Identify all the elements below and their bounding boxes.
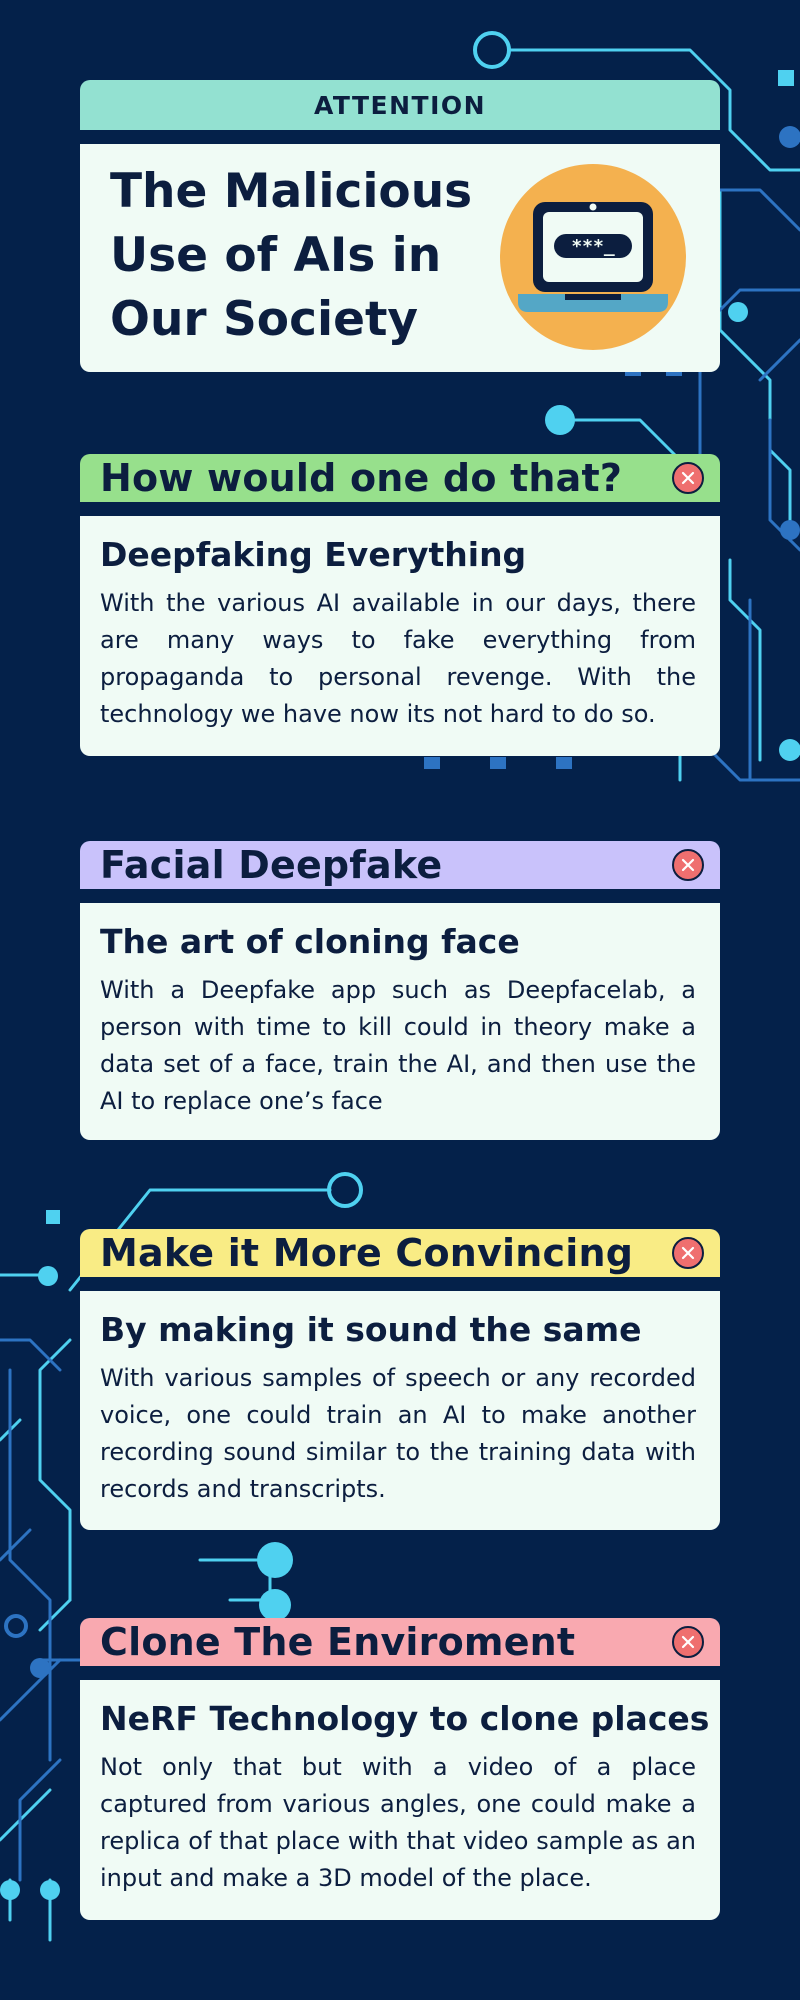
section-heading-3: By making it sound the same [100,1310,642,1349]
hero-body: The Malicious Use of AIs in Our Society … [80,144,720,372]
close-icon [681,471,695,485]
page-title: The Malicious Use of AIs in Our Society [110,164,473,347]
section-card-3: Make it More Convincing By making it sou… [80,1229,720,1530]
attention-label: ATTENTION [313,90,487,120]
section-text-2: With a Deepfake app such as Deepfacelab,… [100,976,696,1116]
section-title-2: Facial Deepfake [100,843,443,887]
section-body-1: Deepfaking Everything With the various A… [80,516,720,756]
password-field-text: ***_ [571,236,615,257]
close-button-3[interactable] [672,1237,704,1269]
section-title-3: Make it More Convincing [100,1231,634,1275]
section-heading-1: Deepfaking Everything [100,535,527,574]
section-card-2: Facial Deepfake The art of cloning face … [80,841,720,1140]
section-card-4: Clone The Enviroment NeRF Technology to … [80,1618,720,1920]
infographic-page: ATTENTION The Malicious Use of AIs in Ou… [0,0,800,2000]
section-card-1: How would one do that? Deepfaking Everyt… [80,454,720,756]
section-heading-2: The art of cloning face [100,922,520,961]
section-heading-4: NeRF Technology to clone places [100,1699,710,1738]
close-button-2[interactable] [672,849,704,881]
close-icon [681,1246,695,1260]
attention-bar: ATTENTION [80,80,720,130]
close-button-4[interactable] [672,1626,704,1658]
close-icon [681,858,695,872]
section-bar-4: Clone The Enviroment [80,1618,720,1666]
close-icon [681,1635,695,1649]
section-title-4: Clone The Enviroment [100,1620,576,1664]
section-title-1: How would one do that? [100,456,623,500]
section-body-4: NeRF Technology to clone places Not only… [80,1680,720,1920]
section-text-3: With various samples of speech or any re… [100,1364,696,1504]
section-bar-1: How would one do that? [80,454,720,502]
laptop-password-icon: ***_ [500,164,686,354]
close-button-1[interactable] [672,462,704,494]
section-bar-3: Make it More Convincing [80,1229,720,1277]
section-text-4: Not only that but with a video of a plac… [100,1753,696,1893]
section-text-1: With the various AI available in our day… [100,589,696,729]
section-bar-2: Facial Deepfake [80,841,720,889]
hero-card: ATTENTION The Malicious Use of AIs in Ou… [80,80,720,372]
section-body-2: The art of cloning face With a Deepfake … [80,903,720,1140]
section-body-3: By making it sound the same With various… [80,1291,720,1530]
